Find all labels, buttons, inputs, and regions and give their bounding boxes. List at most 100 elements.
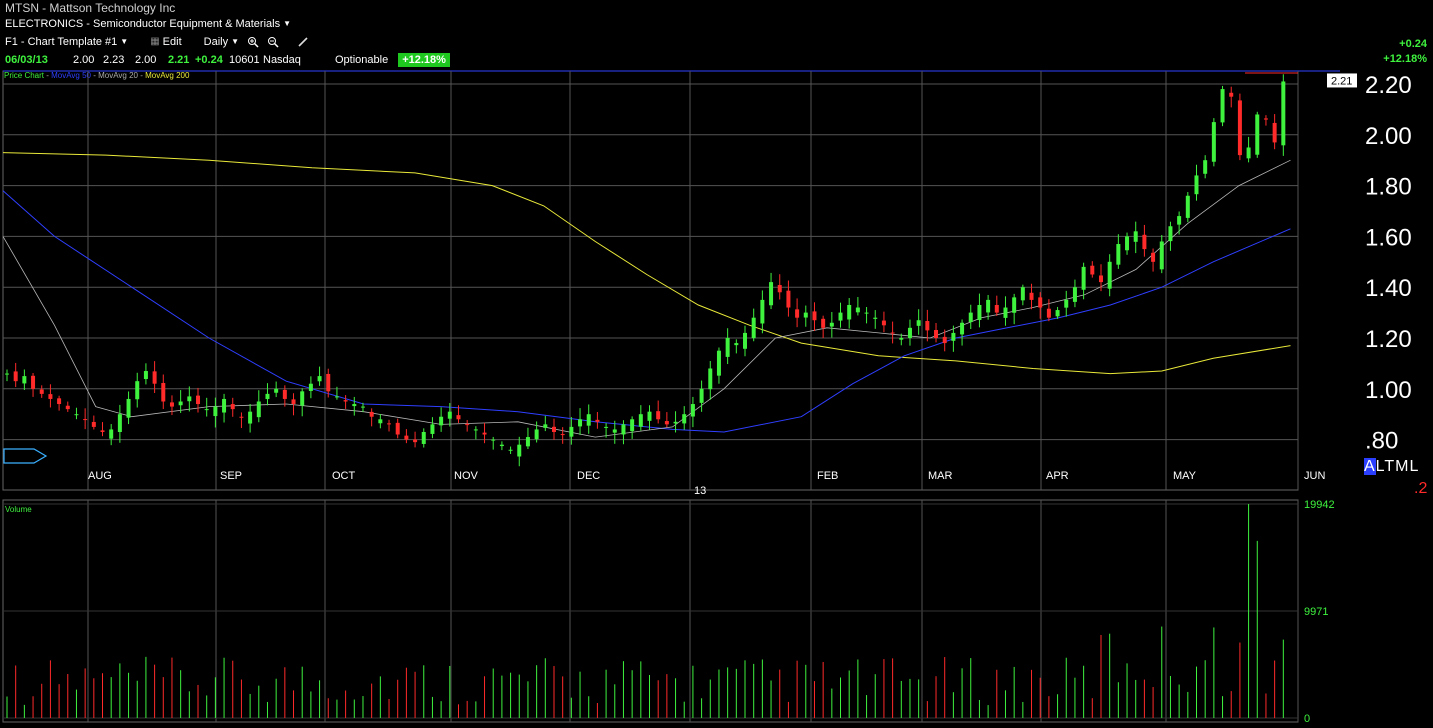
candle-body bbox=[786, 290, 791, 308]
candle-body bbox=[482, 432, 487, 435]
candle-body bbox=[48, 394, 53, 399]
y-tick-label: 2.00 bbox=[1365, 123, 1412, 150]
candle-body bbox=[204, 409, 209, 411]
candle-body bbox=[1055, 310, 1060, 317]
candle-body bbox=[647, 411, 652, 421]
price-chart[interactable]: 2.20 2.00 1.80 1.60 1.40 1.20 1.00 .80 AUG SEP OCT… bbox=[0, 0, 1433, 728]
candle-body bbox=[1177, 216, 1182, 225]
scale-mode-selector[interactable]: ALTML bbox=[1364, 458, 1419, 476]
candle-body bbox=[1255, 114, 1260, 155]
volume-tick-label: 0 bbox=[1304, 713, 1310, 725]
candle-body bbox=[248, 411, 253, 424]
candle-body bbox=[1064, 299, 1069, 308]
x-tick-label: NOV bbox=[454, 470, 479, 482]
candle-body bbox=[83, 419, 88, 421]
candle-body bbox=[265, 393, 270, 400]
candle-body bbox=[230, 404, 235, 410]
mode-l2[interactable]: L bbox=[1410, 458, 1420, 475]
x-tick-label: FEB bbox=[817, 470, 838, 482]
candle-body bbox=[109, 429, 114, 439]
candle-body bbox=[1003, 307, 1008, 318]
candle-body bbox=[595, 419, 600, 422]
y-tick-label: 1.40 bbox=[1365, 275, 1412, 302]
volume-label: Volume bbox=[5, 505, 32, 514]
x-tick-label: MAY bbox=[1173, 470, 1197, 482]
candle-body bbox=[508, 449, 513, 451]
candle-body bbox=[873, 317, 878, 319]
candle-body bbox=[439, 416, 444, 426]
candle-body bbox=[907, 327, 912, 339]
candle-body bbox=[1107, 261, 1112, 289]
candle-body bbox=[491, 439, 496, 441]
candle-body bbox=[525, 437, 530, 447]
candle-body bbox=[517, 444, 522, 457]
x-tick-label: SEP bbox=[220, 470, 242, 482]
candle-body bbox=[960, 322, 965, 335]
candle-body bbox=[196, 395, 201, 405]
mode-m[interactable]: M bbox=[1395, 458, 1409, 475]
candle-body bbox=[1116, 244, 1121, 265]
candle-body bbox=[1046, 308, 1051, 318]
candle-body bbox=[65, 405, 70, 410]
candle-body bbox=[1029, 292, 1034, 300]
volume-tick-label: 19942 bbox=[1304, 499, 1335, 511]
candle-body bbox=[708, 368, 713, 390]
candle-body bbox=[664, 421, 669, 425]
candle-body bbox=[821, 318, 826, 328]
candle-body bbox=[378, 419, 383, 424]
candle-body bbox=[1263, 118, 1268, 120]
candle-body bbox=[222, 398, 227, 413]
candle-body bbox=[1142, 234, 1147, 250]
y-tick-label: 1.20 bbox=[1365, 326, 1412, 353]
candle-body bbox=[1203, 160, 1208, 174]
candle-body bbox=[5, 373, 9, 375]
candle-body bbox=[551, 426, 556, 432]
candle-body bbox=[213, 406, 218, 417]
candle-body bbox=[282, 389, 287, 399]
candle-body bbox=[881, 320, 886, 326]
candle-body bbox=[169, 402, 174, 407]
candle-body bbox=[1168, 226, 1173, 242]
candle-body bbox=[1246, 147, 1251, 159]
candle-body bbox=[1159, 241, 1164, 270]
candle-body bbox=[1281, 81, 1286, 146]
candle-body bbox=[925, 321, 930, 331]
mode-a[interactable]: A bbox=[1364, 458, 1376, 475]
candle-body bbox=[1229, 92, 1234, 97]
x-tick-label: OCT bbox=[332, 470, 356, 482]
candle-body bbox=[430, 424, 435, 434]
x-tick-label: AUG bbox=[88, 470, 112, 482]
mode-t[interactable]: T bbox=[1384, 458, 1395, 475]
candle-body bbox=[404, 435, 409, 440]
y-tick-label: 1.80 bbox=[1365, 174, 1412, 201]
candle-body bbox=[369, 411, 374, 417]
candle-body bbox=[300, 391, 305, 406]
candle-body bbox=[100, 430, 105, 432]
candle-body bbox=[864, 312, 869, 314]
moving-average-line bbox=[2, 159, 1291, 438]
candle-body bbox=[1090, 265, 1095, 275]
candle-body bbox=[352, 404, 357, 407]
candle-body bbox=[1038, 297, 1043, 308]
candle-body bbox=[682, 414, 687, 424]
candle-body bbox=[291, 399, 296, 405]
candle-body bbox=[986, 299, 991, 313]
candle-body bbox=[968, 312, 973, 323]
candle-body bbox=[1125, 236, 1130, 251]
x-tick-label: 13 bbox=[694, 485, 706, 497]
candle-body bbox=[829, 322, 834, 327]
candle-body bbox=[656, 411, 661, 420]
candle-body bbox=[1272, 122, 1277, 143]
candle-body bbox=[334, 396, 339, 398]
candle-body bbox=[473, 429, 478, 431]
candle-body bbox=[560, 434, 565, 436]
candle-body bbox=[578, 419, 583, 427]
candle-body bbox=[1194, 175, 1199, 195]
candle-body bbox=[734, 343, 739, 346]
candle-body bbox=[1185, 195, 1190, 218]
candle-body bbox=[951, 332, 956, 341]
x-tick-label: DEC bbox=[577, 470, 600, 482]
candle-body bbox=[812, 311, 817, 321]
candle-body bbox=[1211, 122, 1216, 162]
candle-body bbox=[499, 444, 504, 447]
